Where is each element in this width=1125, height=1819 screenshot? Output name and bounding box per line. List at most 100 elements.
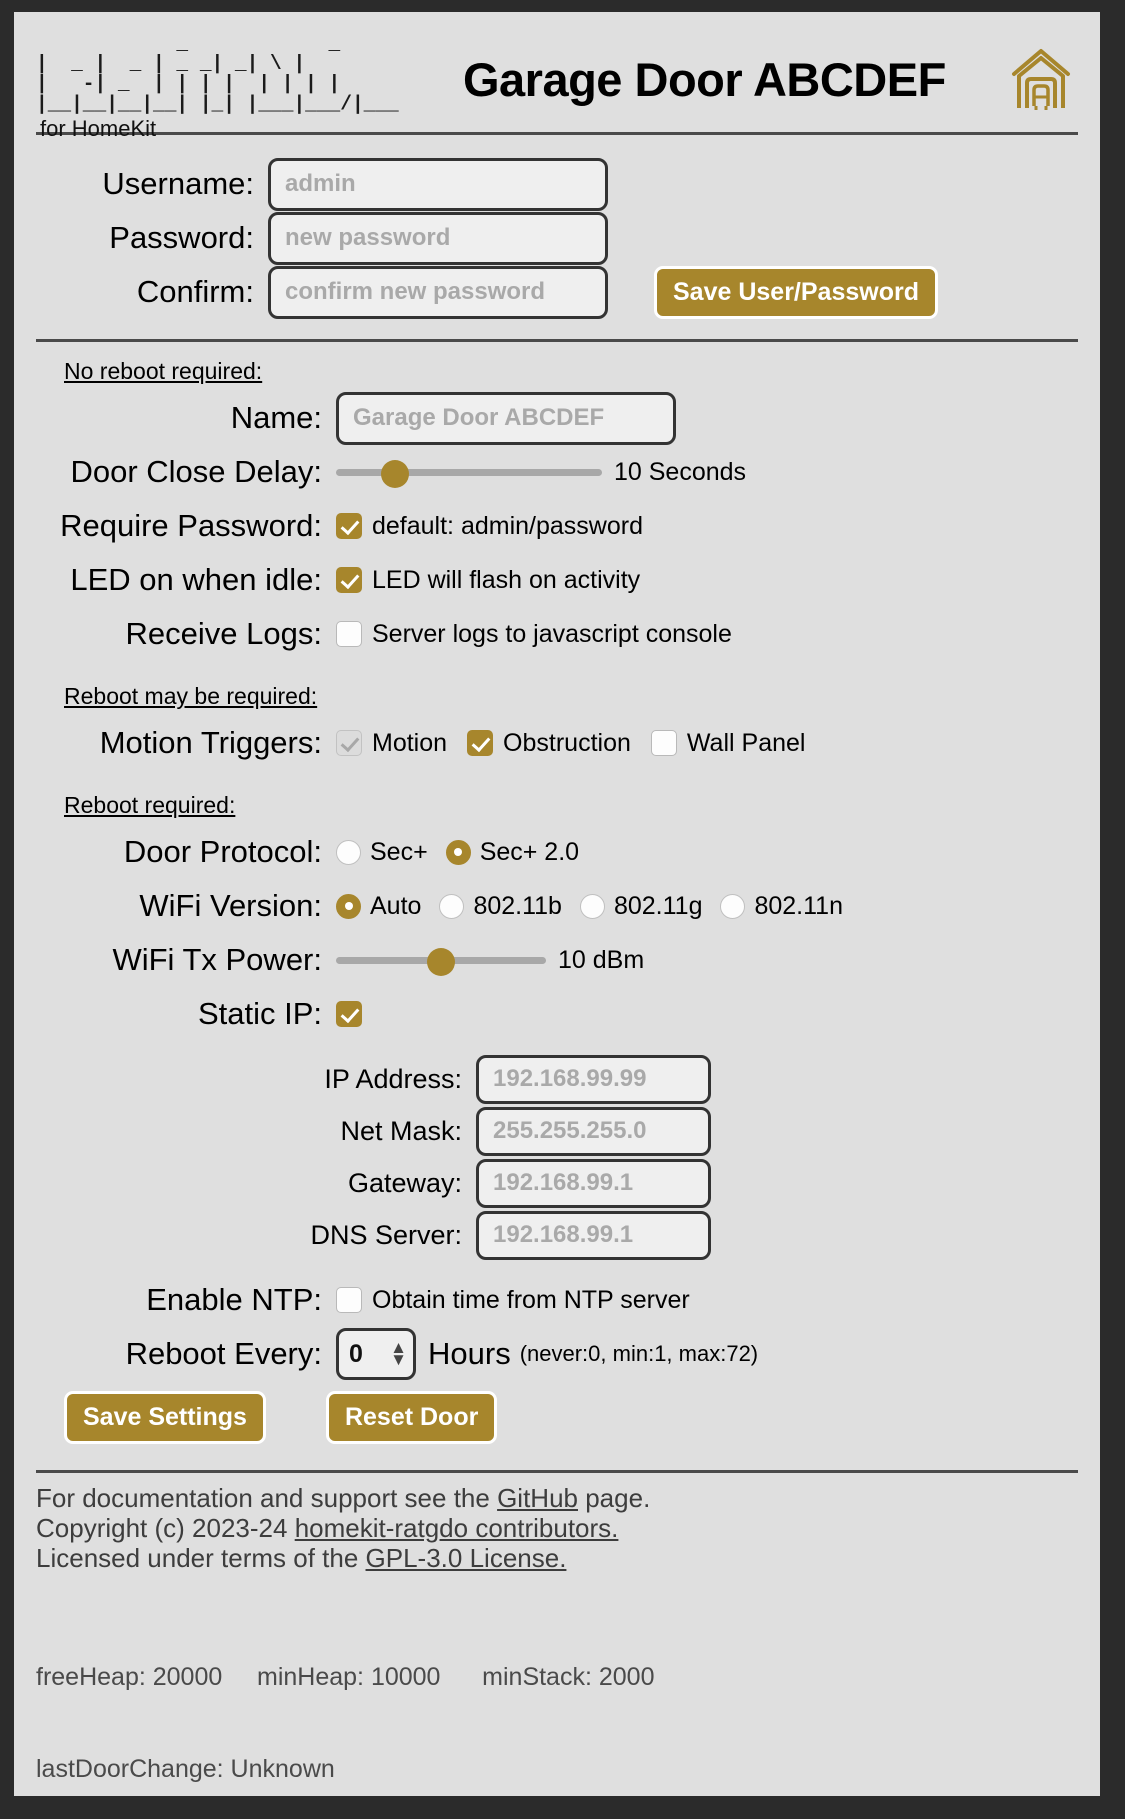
static-ip-label: Static IP: — [197, 996, 322, 1031]
gateway-row: Gateway: — [36, 1157, 1078, 1209]
require-password-text: default: admin/password — [372, 511, 643, 540]
door-close-delay-row: Door Close Delay: 10 Seconds — [36, 445, 1078, 499]
wifi-option-80211n[interactable]: 802.11n — [720, 892, 843, 921]
obstruction-label: Obstruction — [503, 728, 631, 757]
wifi-80211n-label: 802.11n — [754, 891, 843, 920]
obstruction-checkbox[interactable] — [467, 730, 494, 756]
net-mask-input[interactable] — [476, 1106, 711, 1156]
trigger-obstruction[interactable]: Obstruction — [467, 729, 631, 758]
gateway-input[interactable] — [476, 1158, 711, 1208]
protocol-option-secplus2[interactable]: Sec+ 2.0 — [445, 837, 580, 867]
dns-server-label: DNS Server: — [310, 1219, 462, 1250]
wifi-80211g-label: 802.11g — [613, 891, 703, 920]
receive-logs-checkbox[interactable] — [336, 621, 362, 647]
secplus2-radio[interactable] — [445, 839, 471, 865]
wifi-80211b-label: 802.11b — [473, 891, 562, 920]
enable-ntp-checkbox[interactable] — [336, 1287, 362, 1313]
stepper-arrows-icon[interactable]: ▲ ▼ — [390, 1339, 407, 1368]
net-mask-row: Net Mask: — [36, 1105, 1078, 1157]
wifi-80211b-radio[interactable] — [439, 893, 465, 919]
slider-track — [336, 469, 602, 476]
wifi-option-80211g[interactable]: 802.11g — [579, 891, 703, 921]
require-password-label: Require Password: — [60, 508, 322, 543]
password-label: Password: — [109, 220, 254, 255]
page-header: _ _ | _ | _ | _ _| _| \ | | -| _ | | | |… — [14, 12, 1100, 141]
username-input[interactable] — [268, 157, 608, 211]
account-section: Username: Password: Confirm: Save User/P… — [14, 135, 1100, 319]
page-title: Garage Door ABCDEF — [462, 53, 946, 106]
page-footer: For documentation and support see the Gi… — [14, 1473, 1100, 1796]
username-label: Username: — [102, 166, 254, 201]
door-protocol-label: Door Protocol: — [123, 834, 322, 869]
trigger-motion[interactable]: Motion — [336, 729, 447, 758]
led-idle-checkbox[interactable] — [336, 567, 362, 593]
no-reboot-heading: No reboot required: — [64, 358, 263, 384]
trigger-wall-panel[interactable]: Wall Panel — [650, 728, 806, 758]
reboot-every-value: 0 — [349, 1339, 363, 1368]
net-mask-label: Net Mask: — [340, 1115, 462, 1146]
enable-ntp-text: Obtain time from NTP server — [372, 1285, 690, 1314]
wall-panel-label: Wall Panel — [686, 728, 806, 757]
wifi-auto-radio[interactable] — [336, 893, 361, 919]
wall-panel-checkbox[interactable] — [650, 730, 677, 756]
wifi-version-label: WiFi Version: — [139, 888, 322, 923]
confirm-row: Confirm: Save User/Password — [36, 265, 1078, 319]
receive-logs-text: Server logs to javascript console — [372, 619, 732, 648]
ip-address-row: IP Address: — [36, 1053, 1078, 1105]
github-link[interactable]: GitHub — [497, 1483, 578, 1513]
motion-checkbox — [336, 730, 362, 756]
password-input[interactable] — [268, 211, 608, 265]
receive-logs-label: Receive Logs: — [125, 616, 322, 651]
footer-copyright-line: Copyright (c) 2023-24 homekit-ratgdo con… — [36, 1513, 1078, 1543]
confirm-password-input[interactable] — [268, 265, 608, 319]
door-close-delay-value: 10 Seconds — [614, 457, 747, 486]
device-name-input[interactable] — [336, 391, 676, 445]
hours-note: (never:0, min:1, max:72) — [519, 1341, 759, 1366]
ratgdo-settings-page: _ _ | _ | _ | _ _| _| \ | | -| _ | | | |… — [14, 12, 1100, 1796]
free-heap: freeHeap: 20000 — [36, 1663, 223, 1692]
last-door-change: lastDoorChange: Unknown — [36, 1754, 335, 1783]
license-pre: Licensed under terms of the — [36, 1543, 366, 1574]
license-link[interactable]: GPL-3.0 License. — [366, 1543, 567, 1573]
chevron-down-icon[interactable]: ▼ — [390, 1351, 407, 1368]
contributors-link[interactable]: homekit-ratgdo contributors. — [295, 1513, 619, 1543]
ip-address-input[interactable] — [476, 1054, 711, 1104]
confirm-label: Confirm: — [136, 274, 254, 309]
secplus-radio[interactable] — [336, 839, 361, 865]
save-settings-button[interactable]: Save Settings — [64, 1391, 266, 1444]
secplus-label: Sec+ — [370, 837, 428, 866]
wifi-80211n-radio[interactable] — [720, 893, 746, 919]
maybe-reboot-heading: Reboot may be required: — [64, 683, 318, 709]
reboot-every-stepper[interactable]: 0 ▲ ▼ — [336, 1328, 416, 1380]
slider-thumb[interactable] — [380, 460, 409, 488]
wifi-option-80211b[interactable]: 802.11b — [439, 892, 562, 921]
static-ip-checkbox[interactable] — [336, 1001, 362, 1027]
reset-door-button[interactable]: Reset Door — [325, 1391, 498, 1444]
action-buttons: Save Settings Reset Door — [36, 1381, 1078, 1444]
dns-server-input[interactable] — [476, 1210, 711, 1260]
hours-label: Hours — [428, 1336, 511, 1371]
wifi-option-auto[interactable]: Auto — [336, 892, 421, 921]
memory-stats-row: freeHeap: 20000 minHeap: 10000 minStack:… — [36, 1662, 1078, 1693]
wifi-tx-power-slider[interactable] — [336, 945, 546, 976]
led-idle-text: LED will flash on activity — [372, 565, 641, 594]
slider-thumb[interactable] — [427, 948, 455, 976]
door-close-delay-slider[interactable] — [336, 457, 602, 488]
ratgdo-ascii-logo: _ _ | _ | _ | _ _| _| \ | | -| _ | | | |… — [36, 31, 399, 116]
save-user-password-button[interactable]: Save User/Password — [654, 265, 938, 319]
door-protocol-row: Door Protocol: Sec+ Sec+ 2.0 — [36, 825, 1078, 879]
reboot-every-row: Reboot Every: 0 ▲ ▼ Hours (never:0, min:… — [36, 1327, 1078, 1381]
require-password-checkbox[interactable] — [336, 513, 362, 539]
receive-logs-row: Receive Logs: Server logs to javascript … — [36, 607, 1078, 661]
logo-subtitle: for HomeKit — [40, 116, 157, 141]
garage-house-icon — [1010, 30, 1078, 117]
wifi-80211g-radio[interactable] — [579, 893, 605, 919]
motion-triggers-label: Motion Triggers: — [99, 725, 322, 760]
username-row: Username: — [36, 157, 1078, 211]
wifi-version-row: WiFi Version: Auto 802.11b 802.11g 802.1… — [36, 879, 1078, 933]
secplus2-label: Sec+ 2.0 — [479, 837, 580, 866]
protocol-option-secplus[interactable]: Sec+ — [336, 838, 428, 867]
enable-ntp-label: Enable NTP: — [146, 1282, 322, 1317]
copyright-pre: Copyright (c) 2023-24 — [36, 1513, 295, 1544]
password-row: Password: — [36, 211, 1078, 265]
